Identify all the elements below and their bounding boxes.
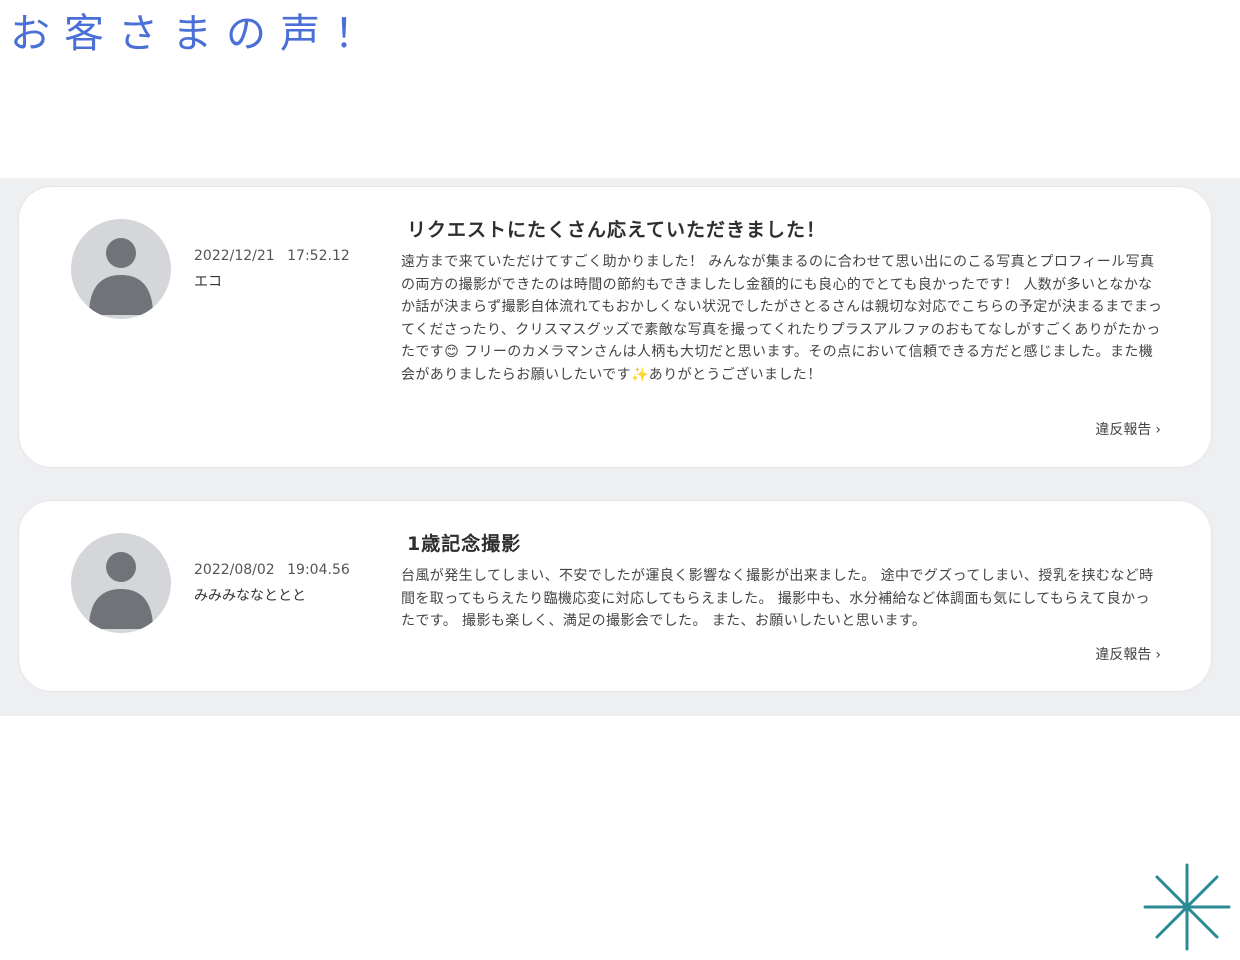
report-link[interactable]: 違反報告 › — [1095, 419, 1161, 439]
review-content: 1歳記念撮影 台風が発生してしまい、不安でしたが運良く影響なく撮影が出来ました。… — [401, 531, 1163, 633]
review-card: 2022/08/02 19:04.56 みみみななととと 1歳記念撮影 台風が発… — [18, 500, 1212, 692]
review-body: 台風が発生してしまい、不安でしたが運良く影響なく撮影が出来ました。 途中でグズっ… — [401, 568, 1154, 629]
review-meta: 2022/08/02 19:04.56 みみみななととと — [194, 561, 384, 605]
report-link[interactable]: 違反報告 › — [1095, 644, 1161, 664]
reviewer-name: エコ — [194, 274, 222, 290]
review-body: 遠方まで来ていただけてすごく助かりました！ みんなが集まるのに合わせて思い出にの… — [401, 254, 1163, 383]
review-title: リクエストにたくさん応えていただきました！ — [407, 219, 827, 241]
review-card: 2022/12/21 17:52.12 エコ リクエストにたくさん応えていただき… — [18, 186, 1212, 468]
reviewer-name: みみみななととと — [194, 588, 306, 604]
report-label: 違反報告 — [1095, 422, 1152, 438]
review-date: 2022/12/21 17:52.12 — [194, 248, 350, 264]
avatar — [71, 533, 171, 633]
default-user-icon — [89, 238, 153, 315]
review-title: 1歳記念撮影 — [407, 533, 522, 555]
reviews-section: 2022/12/21 17:52.12 エコ リクエストにたくさん応えていただき… — [0, 178, 1240, 716]
report-label: 違反報告 — [1095, 647, 1152, 663]
review-date: 2022/08/02 19:04.56 — [194, 562, 350, 578]
review-meta: 2022/12/21 17:52.12 エコ — [194, 247, 384, 291]
asterisk-sparkle-icon — [1142, 862, 1232, 956]
default-user-icon — [89, 552, 153, 629]
chevron-right-icon: › — [1155, 422, 1161, 438]
page-title: お客さまの声！ — [10, 11, 388, 57]
review-content: リクエストにたくさん応えていただきました！ 遠方まで来ていただけてすごく助かりま… — [401, 217, 1163, 386]
chevron-right-icon: › — [1155, 647, 1161, 663]
avatar — [71, 219, 171, 319]
